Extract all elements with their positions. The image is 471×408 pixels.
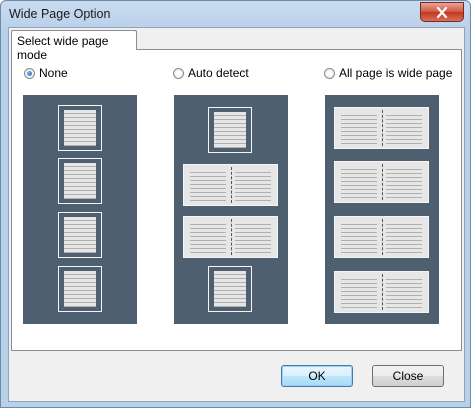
wide-page-icon <box>183 164 278 206</box>
wide-page-icon <box>334 161 429 203</box>
preview-all-wide <box>325 95 439 324</box>
dialog-client-area: Select wide page mode None Auto detect A… <box>8 27 465 402</box>
title-bar[interactable]: Wide Page Option <box>1 1 470 27</box>
window-close-button[interactable] <box>420 2 464 22</box>
radio-all-wide-label: All page is wide page <box>339 66 453 80</box>
radio-none[interactable]: None <box>24 65 68 81</box>
close-icon <box>436 6 448 18</box>
dialog-window: Wide Page Option Select wide page mode N… <box>0 0 471 408</box>
wide-page-icon <box>334 107 429 149</box>
radio-all-wide[interactable]: All page is wide page <box>324 65 452 81</box>
radio-none-label: None <box>39 66 68 80</box>
preview-none <box>23 95 137 324</box>
radio-checked-icon <box>24 67 35 79</box>
wide-page-icon <box>334 216 429 258</box>
radio-unchecked-icon <box>324 67 335 79</box>
page-icon <box>208 107 252 153</box>
window-title: Wide Page Option <box>9 7 111 21</box>
radio-auto-detect-label: Auto detect <box>188 66 249 80</box>
close-button[interactable]: Close <box>372 365 444 387</box>
page-icon <box>208 266 252 312</box>
page-icon <box>58 158 102 204</box>
page-icon <box>58 212 102 258</box>
tab-label: Select wide page mode <box>17 34 109 62</box>
preview-auto-detect <box>174 95 288 324</box>
wide-page-icon <box>183 216 278 258</box>
wide-page-icon <box>334 271 429 313</box>
radio-auto-detect[interactable]: Auto detect <box>173 65 249 81</box>
tab-select-wide-page-mode[interactable]: Select wide page mode <box>11 30 137 62</box>
ok-button[interactable]: OK <box>281 365 353 387</box>
page-icon <box>58 105 102 151</box>
page-icon <box>58 266 102 312</box>
radio-unchecked-icon <box>173 67 184 79</box>
